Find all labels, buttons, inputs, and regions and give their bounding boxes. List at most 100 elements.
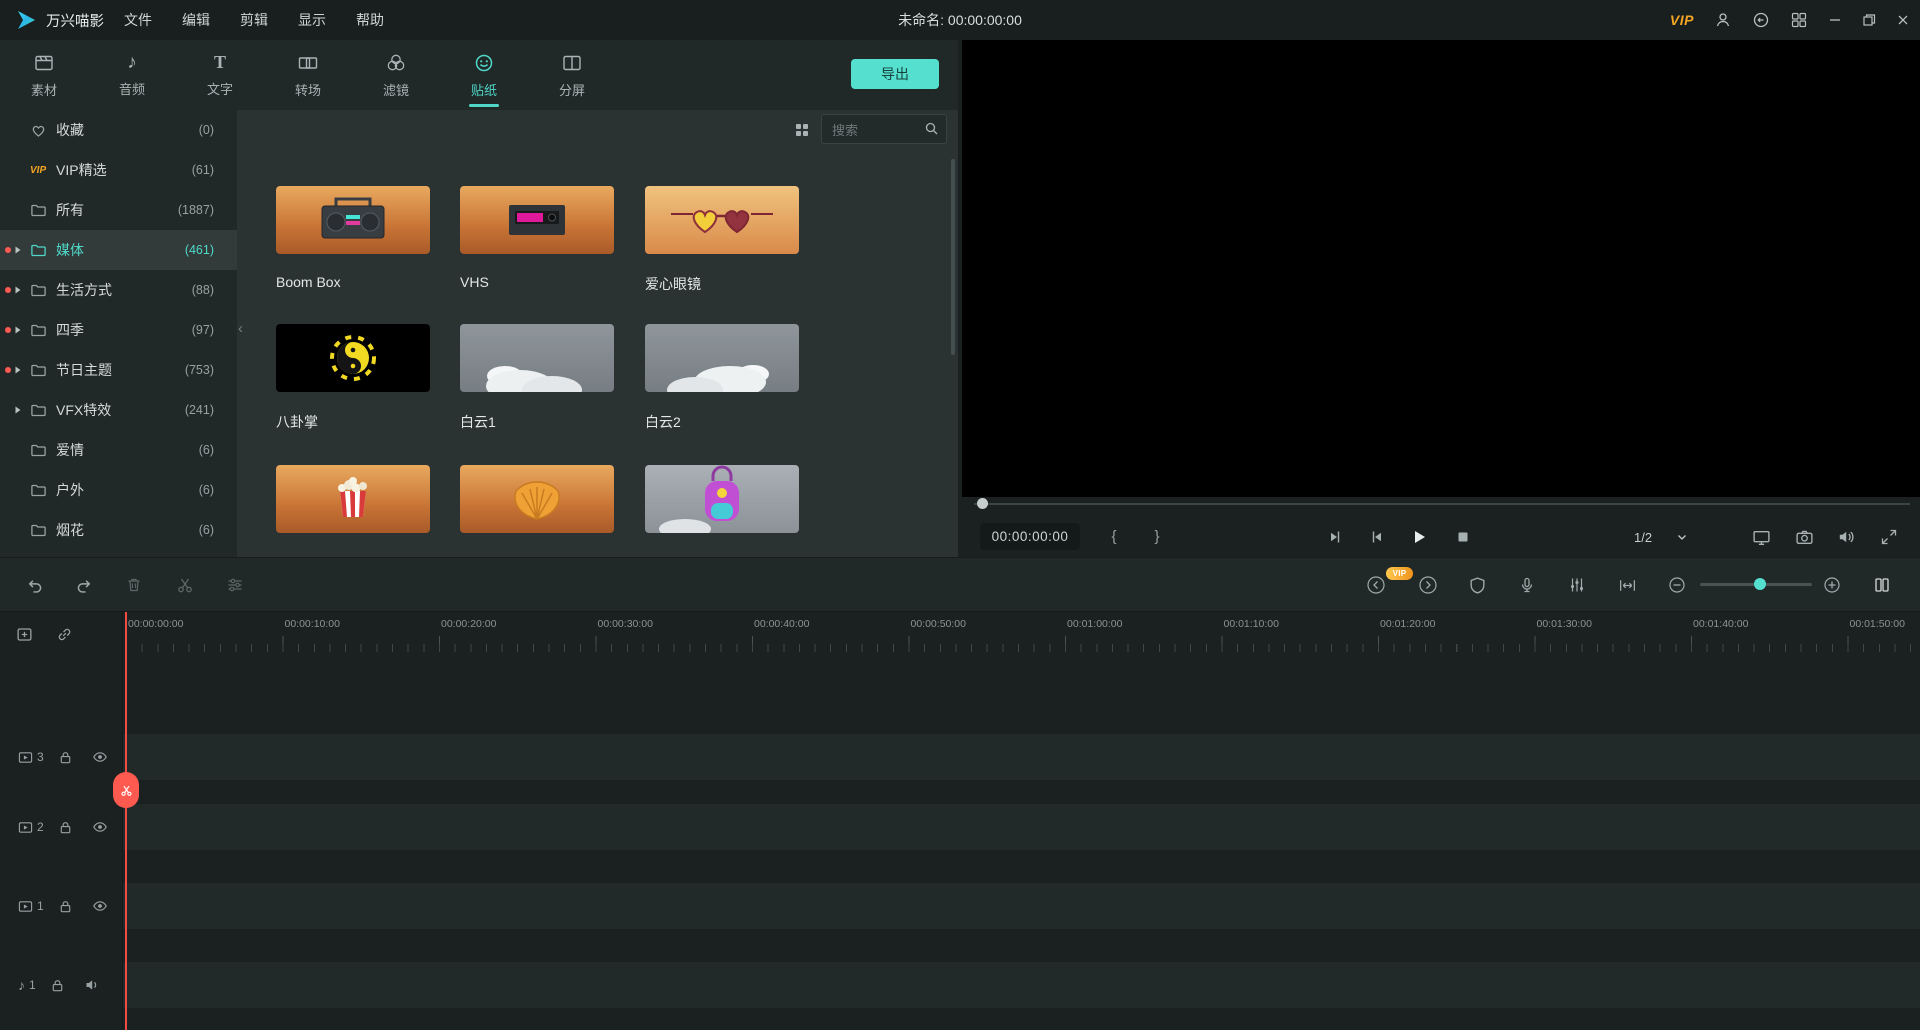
mark-in-button[interactable]: {	[1104, 523, 1124, 550]
sidebar-item-favorites[interactable]: 收藏(0)	[0, 110, 237, 150]
lock-track-icon[interactable]	[58, 820, 73, 835]
export-button[interactable]: 导出	[851, 59, 939, 89]
close-button[interactable]	[1896, 13, 1910, 27]
stop-button[interactable]	[1448, 522, 1478, 552]
preview-controls: 00:00:00:00 { } 1/2	[958, 516, 1920, 557]
sidebar-item-fireworks[interactable]: 烟花(6)	[0, 510, 237, 550]
sidebar-item-outdoor[interactable]: 户外(6)	[0, 470, 237, 510]
lock-track-icon[interactable]	[58, 899, 73, 914]
text-icon: T	[214, 53, 226, 73]
minimize-button[interactable]	[1828, 13, 1842, 27]
expand-arrow-icon[interactable]	[14, 246, 22, 254]
playhead-split-handle[interactable]	[113, 772, 139, 808]
toggle-visibility-icon[interactable]	[92, 749, 108, 765]
library-scrollbar[interactable]	[951, 159, 955, 355]
quality-dropdown[interactable]: 1/2	[1634, 522, 1688, 552]
expand-arrow-icon[interactable]	[14, 286, 22, 294]
shell-thumbnail[interactable]	[460, 465, 614, 533]
timeline-lane-audio-1[interactable]	[122, 961, 1920, 1009]
undo-icon[interactable]	[20, 571, 48, 599]
boombox-thumbnail[interactable]	[276, 186, 430, 254]
vip-icon[interactable]: VIP	[1670, 12, 1694, 28]
search-input[interactable]	[830, 115, 916, 145]
expand-arrow-icon[interactable]	[14, 366, 22, 374]
sidebar-item-all[interactable]: 所有(1887)	[0, 190, 237, 230]
category-count: (61)	[192, 163, 214, 177]
split-icon[interactable]	[171, 571, 199, 599]
bagua-thumbnail[interactable]	[276, 324, 430, 392]
previous-frame-button[interactable]	[1320, 522, 1350, 552]
collapse-sidebar-handle[interactable]: ‹	[238, 320, 243, 337]
playhead[interactable]	[125, 612, 127, 1030]
account-icon[interactable]	[1714, 11, 1732, 29]
play-button[interactable]	[1404, 522, 1434, 552]
sidebar-item-vip[interactable]: VIPVIP精选(61)	[0, 150, 237, 190]
timeline-lane-video-2[interactable]	[122, 803, 1920, 851]
toggle-visibility-icon[interactable]	[92, 898, 108, 914]
sidebar-item-festival[interactable]: 节日主题(753)	[0, 350, 237, 390]
expand-arrow-icon[interactable]	[14, 406, 22, 414]
popcorn-thumbnail[interactable]	[276, 465, 430, 533]
mute-track-icon[interactable]	[84, 977, 100, 993]
timeline-zoom-knob[interactable]	[1754, 578, 1766, 590]
menubar-menu[interactable]: 文件	[124, 10, 152, 30]
adjust-icon[interactable]	[221, 571, 249, 599]
tab-text[interactable]: T文字	[176, 40, 264, 110]
sidebar-item-lifestyle[interactable]: 生活方式(88)	[0, 270, 237, 310]
zoom-in-icon[interactable]	[1818, 571, 1846, 599]
snapshot-icon[interactable]	[1789, 522, 1819, 552]
next-frame-button[interactable]	[1362, 522, 1392, 552]
timeline-lane-video-1[interactable]	[122, 882, 1920, 930]
tab-transition[interactable]: 转场	[264, 40, 352, 110]
mark-out-button[interactable]: }	[1147, 523, 1167, 550]
vhs-thumbnail[interactable]	[460, 186, 614, 254]
fullscreen-icon[interactable]	[1874, 522, 1904, 552]
menubar-menu[interactable]: 编辑	[182, 10, 210, 30]
lock-track-icon[interactable]	[50, 978, 65, 993]
delete-icon[interactable]	[120, 571, 148, 599]
heartglasses-thumbnail[interactable]	[645, 186, 799, 254]
menubar-menu[interactable]: 显示	[298, 10, 326, 30]
sidebar-item-vfx[interactable]: VFX特效(241)	[0, 390, 237, 430]
sidebar-item-media[interactable]: 媒体(461)	[0, 230, 237, 270]
search-icon[interactable]	[924, 121, 939, 136]
tab-split[interactable]: 分屏	[528, 40, 616, 110]
tab-filter[interactable]: 滤镜	[352, 40, 440, 110]
preview-progress-knob[interactable]	[977, 498, 988, 509]
timeline-lane-video-3[interactable]	[122, 733, 1920, 781]
zoom-to-fit-icon[interactable]	[1613, 571, 1641, 599]
sidebar-item-seasons[interactable]: 四季(97)	[0, 310, 237, 350]
cloud1-thumbnail[interactable]	[460, 324, 614, 392]
record-voiceover-icon[interactable]	[1513, 571, 1541, 599]
workspace-icon[interactable]	[1790, 11, 1808, 29]
menubar-menu[interactable]: 剪辑	[240, 10, 268, 30]
preview-progress-bar[interactable]	[974, 503, 1910, 505]
menubar-menu[interactable]: 帮助	[356, 10, 384, 30]
tab-media[interactable]: 素材	[0, 40, 88, 110]
timeline[interactable]: 00:00:00:0000:00:10:0000:00:20:0000:00:3…	[0, 612, 1920, 1030]
expand-arrow-icon[interactable]	[14, 326, 22, 334]
redo-icon[interactable]	[70, 571, 98, 599]
add-media-to-timeline-icon[interactable]	[15, 625, 33, 643]
video-preview[interactable]	[962, 40, 1920, 497]
link-clips-icon[interactable]	[55, 625, 73, 643]
audio-mixer-icon[interactable]	[1563, 571, 1591, 599]
display-device-icon[interactable]	[1746, 522, 1776, 552]
timeline-ruler[interactable]: 00:00:00:0000:00:10:0000:00:20:0000:00:3…	[0, 612, 1920, 652]
grid-view-icon[interactable]	[794, 122, 810, 138]
feedback-icon[interactable]	[1752, 11, 1770, 29]
lock-track-icon[interactable]	[58, 750, 73, 765]
restore-button[interactable]	[1862, 13, 1876, 27]
volume-icon[interactable]	[1831, 522, 1861, 552]
tab-sticker[interactable]: 贴纸	[440, 40, 528, 110]
cloud2-thumbnail[interactable]	[645, 324, 799, 392]
keyframe-next-icon[interactable]	[1414, 571, 1442, 599]
tab-audio[interactable]: ♪音频	[88, 40, 176, 110]
toggle-visibility-icon[interactable]	[92, 819, 108, 835]
sidebar-item-love[interactable]: 爱情(6)	[0, 430, 237, 470]
shield-icon[interactable]	[1463, 571, 1491, 599]
backpack-thumbnail[interactable]	[645, 465, 799, 533]
app-logo-icon	[14, 8, 38, 32]
track-layout-icon[interactable]	[1868, 571, 1896, 599]
zoom-out-icon[interactable]	[1663, 571, 1691, 599]
